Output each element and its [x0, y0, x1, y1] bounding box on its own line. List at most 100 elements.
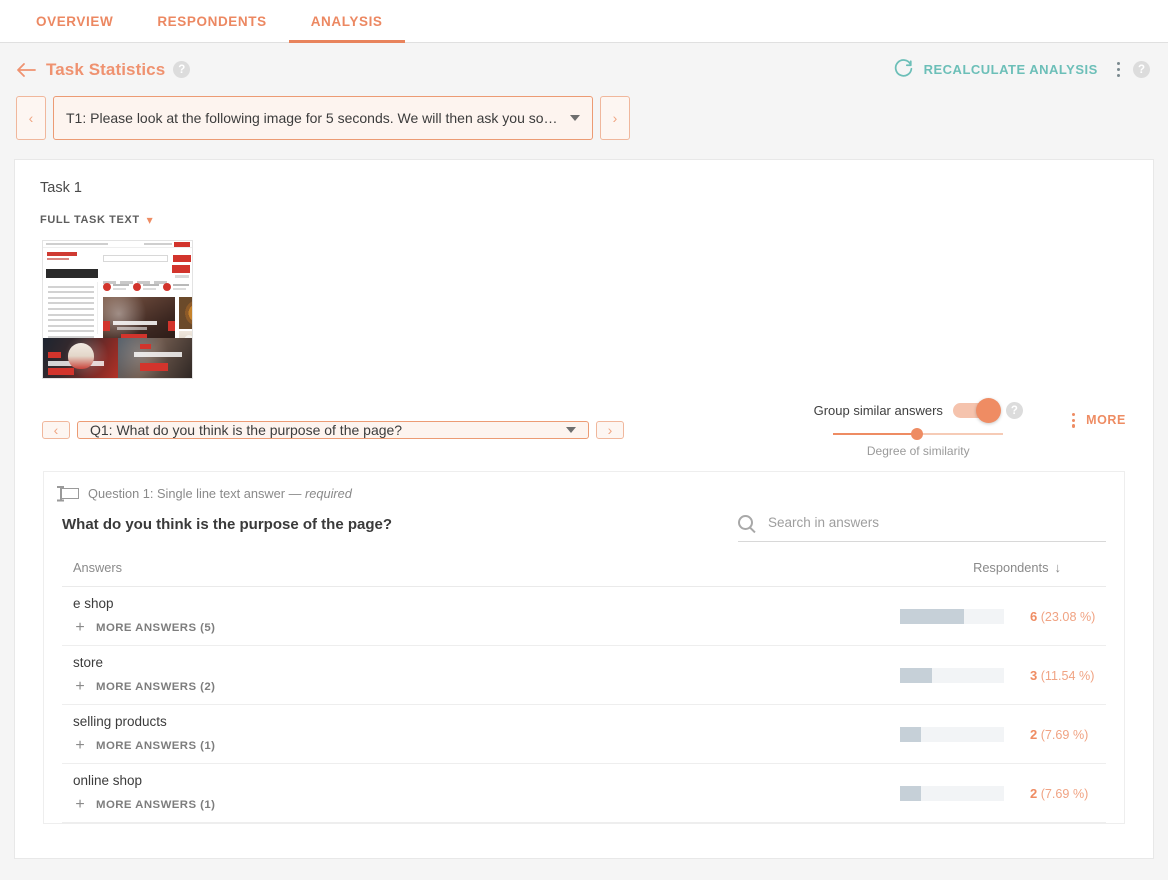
- kebab-dot: [1116, 73, 1120, 77]
- arrow-left-icon[interactable]: [16, 62, 36, 78]
- task-select[interactable]: T1: Please look at the following image f…: [53, 96, 593, 140]
- column-header-respondents[interactable]: Respondents ↓: [973, 560, 1106, 575]
- row-answer-cell: store + MORE ANSWERS (2): [62, 655, 215, 695]
- respondents-count: 3 (11.54 %): [1030, 668, 1106, 683]
- task-next-button[interactable]: ›: [600, 96, 630, 140]
- header-help-icon[interactable]: ?: [1133, 61, 1150, 78]
- thumb-search-box: [103, 255, 168, 262]
- text-field-icon: [57, 486, 79, 501]
- sort-descending-icon: ↓: [1054, 560, 1062, 575]
- grouping-inner: Group similar answers ? Degree of simila…: [813, 398, 1023, 458]
- column-header-respondents-label: Respondents: [973, 560, 1049, 575]
- chevron-down-icon: ▾: [146, 213, 153, 227]
- more-answers-label: MORE ANSWERS (1): [96, 740, 216, 752]
- respondents-bar: [900, 667, 1004, 683]
- table-row: selling products + MORE ANSWERS (1) 2 (7.69…: [62, 705, 1106, 764]
- page-title: Task Statistics: [46, 59, 166, 79]
- answer-text: online shop: [73, 773, 143, 788]
- question-meta-required: required: [304, 486, 352, 501]
- chevron-down-icon: [566, 427, 576, 433]
- full-task-text-toggle[interactable]: FULL TASK TEXT ▾: [29, 214, 153, 226]
- group-similar-answers-label: Group similar answers: [813, 403, 943, 418]
- more-answers-button[interactable]: + MORE ANSWERS (1): [73, 738, 215, 754]
- respondents-percent: (11.54 %): [1040, 668, 1095, 683]
- tab-respondents[interactable]: RESPONDENTS: [135, 0, 288, 42]
- row-answer-cell: selling products + MORE ANSWERS (1): [62, 714, 215, 754]
- search-answers-wrap: [738, 514, 1106, 542]
- answer-text: e shop: [73, 596, 114, 611]
- grouping-help-icon[interactable]: ?: [1005, 402, 1023, 419]
- task-card: Task 1 FULL TASK TEXT ▾ ‹ Q1: What do yo…: [14, 159, 1154, 859]
- search-icon: [738, 515, 753, 530]
- grouping-controls: Group similar answers ? Degree of simila…: [813, 398, 1126, 458]
- chevron-down-icon: [570, 115, 580, 121]
- answers-table-body: e shop + MORE ANSWERS (5) 6 (23.08 %) store +…: [62, 587, 1106, 823]
- tab-overview-label: OVERVIEW: [36, 13, 114, 29]
- table-row: store + MORE ANSWERS (2) 3 (11.54 %): [62, 646, 1106, 705]
- more-button[interactable]: MORE: [1053, 410, 1126, 431]
- page-header: Task Statistics ? RECALCULATE ANALYSIS ?: [0, 43, 1168, 96]
- row-respondents-cell: 2 (7.69 %): [900, 785, 1106, 801]
- full-task-text-label: FULL TASK TEXT: [40, 214, 140, 226]
- thumb-banner-left: [43, 338, 118, 378]
- more-answers-button[interactable]: + MORE ANSWERS (2): [73, 679, 215, 695]
- respondents-bar-fill: [900, 785, 922, 801]
- task-label: Task 1: [40, 180, 82, 196]
- grouping-toggle-row: Group similar answers ?: [813, 398, 1023, 423]
- respondents-bar-fill: [900, 667, 933, 683]
- plus-icon: +: [75, 737, 85, 754]
- table-row: online shop + MORE ANSWERS (1) 2 (7.69 %): [62, 764, 1106, 823]
- slider-caption: Degree of similarity: [866, 444, 970, 458]
- more-answers-button[interactable]: + MORE ANSWERS (5): [73, 620, 215, 636]
- thumb-topbar: [43, 241, 192, 248]
- task-selector-row: ‹ T1: Please look at the following image…: [0, 96, 1168, 140]
- thumb-banner-right: [117, 338, 192, 378]
- tab-bar-spacer: [0, 0, 14, 42]
- respondents-count: 2 (7.69 %): [1030, 786, 1106, 801]
- respondents-count-value: 3: [1030, 667, 1038, 683]
- question-next-button[interactable]: ›: [596, 421, 624, 439]
- respondents-count-value: 2: [1030, 785, 1038, 801]
- thumb-topbar-left: [46, 243, 108, 245]
- search-input[interactable]: [766, 514, 1106, 531]
- thumb-cart-label: [175, 275, 189, 278]
- answers-table-header: Answers Respondents ↓: [62, 560, 1106, 587]
- degree-of-similarity-slider[interactable]: [833, 428, 1004, 440]
- thumb-bottom-banners: [43, 338, 192, 378]
- respondents-percent: (7.69 %): [1040, 727, 1089, 742]
- answer-text: store: [73, 655, 104, 670]
- more-answers-label: MORE ANSWERS (5): [96, 622, 216, 634]
- thumb-topbar-right: [144, 243, 172, 245]
- task-select-value: T1: Please look at the following image f…: [66, 110, 558, 126]
- task-stimulus-thumbnail[interactable]: [42, 240, 193, 379]
- question-prev-button[interactable]: ‹: [42, 421, 70, 439]
- thumb-search: [103, 255, 191, 262]
- toggle-knob: [975, 398, 1001, 423]
- kebab-dot: [1116, 62, 1120, 66]
- header-more-menu-icon[interactable]: [1114, 59, 1123, 80]
- question-meta-text: Question 1: Single line text answer — re…: [88, 486, 352, 501]
- tab-analysis[interactable]: ANALYSIS: [288, 0, 405, 43]
- recalculate-analysis-button[interactable]: RECALCULATE ANALYSIS: [924, 62, 1098, 77]
- respondents-bar: [900, 785, 1004, 801]
- page-title-help-icon[interactable]: ?: [173, 61, 191, 78]
- row-answer-cell: e shop + MORE ANSWERS (5): [62, 596, 215, 636]
- more-answers-button[interactable]: + MORE ANSWERS (1): [73, 797, 215, 813]
- answers-table: Answers Respondents ↓ e shop + MORE ANSWER…: [62, 560, 1106, 823]
- thumb-topbar-badge: [174, 242, 190, 247]
- thumb-search-button: [173, 255, 191, 262]
- respondents-count-value: 6: [1030, 608, 1038, 624]
- slider-thumb[interactable]: [910, 428, 923, 440]
- refresh-icon[interactable]: [893, 59, 915, 81]
- task-prev-button[interactable]: ‹: [16, 96, 46, 140]
- answer-text: selling products: [73, 714, 167, 729]
- main-tab-bar: OVERVIEW RESPONDENTS ANALYSIS: [0, 0, 1168, 43]
- column-header-answers: Answers: [73, 560, 123, 575]
- thumb-sidebar: [46, 282, 98, 350]
- question-select[interactable]: Q1: What do you think is the purpose of …: [77, 421, 589, 439]
- more-answers-label: MORE ANSWERS (2): [96, 681, 216, 693]
- tab-overview[interactable]: OVERVIEW: [14, 0, 135, 42]
- respondents-count: 2 (7.69 %): [1030, 727, 1106, 742]
- group-similar-answers-toggle[interactable]: [952, 398, 1001, 423]
- thumb-nav: [103, 271, 183, 284]
